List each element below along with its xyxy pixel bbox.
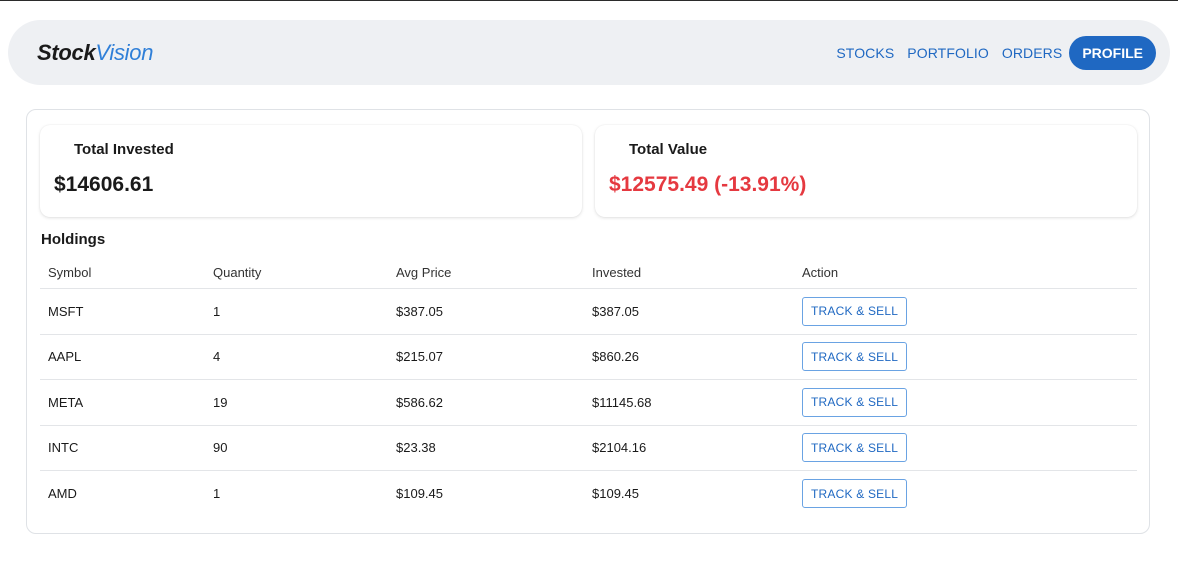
cell-quantity: 19 bbox=[213, 394, 228, 410]
table-row: MSFT 1 $387.05 $387.05 TRACK & SELL bbox=[40, 289, 1137, 335]
column-header-quantity: Quantity bbox=[213, 264, 262, 280]
cell-quantity: 1 bbox=[213, 303, 221, 319]
cell-avg-price: $109.45 bbox=[396, 486, 443, 502]
total-invested-label: Total Invested bbox=[74, 141, 174, 158]
track-sell-button[interactable]: TRACK & SELL bbox=[802, 433, 908, 463]
cell-avg-price: $387.05 bbox=[396, 303, 443, 319]
cell-invested: $109.45 bbox=[592, 486, 639, 502]
brand-logo[interactable]: StockVision bbox=[37, 40, 153, 66]
cell-avg-price: $215.07 bbox=[396, 349, 443, 365]
table-row: META 19 $586.62 $11145.68 TRACK & SELL bbox=[40, 380, 1137, 426]
cell-quantity: 90 bbox=[213, 440, 228, 456]
column-header-avg-price: Avg Price bbox=[396, 264, 452, 280]
cell-action: TRACK & SELL bbox=[802, 380, 908, 425]
cell-invested: $387.05 bbox=[592, 303, 639, 319]
cell-action: TRACK & SELL bbox=[802, 289, 908, 334]
brand-logo-part1: Stock bbox=[37, 40, 96, 65]
column-header-symbol: Symbol bbox=[48, 264, 92, 280]
cell-symbol: INTC bbox=[48, 440, 79, 456]
total-value-card: Total Value $12575.49 (-13.91%) bbox=[595, 125, 1137, 217]
table-row: AAPL 4 $215.07 $860.26 TRACK & SELL bbox=[40, 335, 1137, 380]
cell-quantity: 1 bbox=[213, 486, 221, 502]
nav-link-stocks[interactable]: STOCKS bbox=[836, 45, 894, 61]
cell-invested: $860.26 bbox=[592, 349, 639, 365]
profile-button[interactable]: PROFILE bbox=[1069, 36, 1156, 70]
track-sell-button[interactable]: TRACK & SELL bbox=[802, 479, 908, 509]
total-value-label: Total Value bbox=[629, 141, 708, 158]
portfolio-panel: Total Invested $14606.61 Total Value $12… bbox=[26, 109, 1150, 534]
holdings-table: Symbol Quantity Avg Price Invested Actio… bbox=[40, 256, 1137, 517]
cell-invested: $2104.16 bbox=[592, 440, 647, 456]
total-invested-card: Total Invested $14606.61 bbox=[40, 125, 582, 217]
cell-symbol: MSFT bbox=[48, 303, 84, 319]
navbar: StockVision STOCKS PORTFOLIO ORDERS PROF… bbox=[8, 20, 1170, 85]
track-sell-button[interactable]: TRACK & SELL bbox=[802, 296, 908, 326]
nav-link-orders[interactable]: ORDERS bbox=[1002, 45, 1063, 61]
cell-symbol: META bbox=[48, 394, 84, 410]
cell-action: TRACK & SELL bbox=[802, 426, 908, 471]
cell-symbol: AMD bbox=[48, 486, 77, 502]
column-header-invested: Invested bbox=[592, 264, 642, 280]
holdings-title: Holdings bbox=[41, 231, 106, 248]
cell-avg-price: $23.38 bbox=[396, 440, 436, 456]
cell-symbol: AAPL bbox=[48, 349, 82, 365]
brand-logo-part2: Vision bbox=[95, 40, 154, 65]
nav-links: STOCKS PORTFOLIO ORDERS PROFILE bbox=[823, 36, 1156, 70]
window-top-border bbox=[0, 0, 1178, 1]
cell-action: TRACK & SELL bbox=[802, 335, 908, 380]
cell-quantity: 4 bbox=[213, 349, 221, 365]
cell-invested: $11145.68 bbox=[592, 394, 652, 410]
column-header-action: Action bbox=[802, 264, 839, 280]
total-value-amount: $12575.49 (-13.91%) bbox=[609, 173, 807, 196]
cell-action: TRACK & SELL bbox=[802, 471, 908, 517]
table-row: INTC 90 $23.38 $2104.16 TRACK & SELL bbox=[40, 426, 1137, 471]
track-sell-button[interactable]: TRACK & SELL bbox=[802, 342, 908, 372]
cell-avg-price: $586.62 bbox=[396, 394, 443, 410]
total-invested-value: $14606.61 bbox=[54, 173, 154, 196]
track-sell-button[interactable]: TRACK & SELL bbox=[802, 387, 908, 417]
table-row: AMD 1 $109.45 $109.45 TRACK & SELL bbox=[40, 471, 1137, 517]
nav-link-portfolio[interactable]: PORTFOLIO bbox=[907, 45, 989, 61]
table-header-row: Symbol Quantity Avg Price Invested Actio… bbox=[40, 256, 1137, 289]
